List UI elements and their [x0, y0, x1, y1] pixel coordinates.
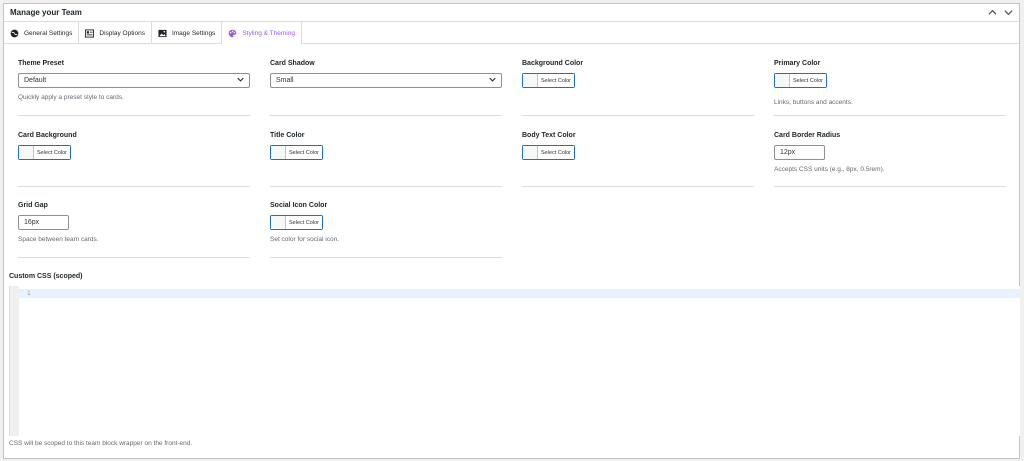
- body-text-color-button[interactable]: Select Color: [522, 145, 575, 160]
- color-swatch: [271, 216, 286, 229]
- line-number: 1: [27, 290, 31, 297]
- tab-label: Styling & Theming: [242, 29, 295, 37]
- button-label: Select Color: [286, 146, 322, 159]
- field-label: Body Text Color: [522, 132, 576, 139]
- custom-css-label: Custom CSS (scoped): [9, 273, 83, 280]
- button-label: Select Color: [538, 146, 574, 159]
- field-label: Social Icon Color: [270, 202, 328, 209]
- field-label: Primary Color: [774, 60, 821, 67]
- image-icon: [158, 29, 167, 38]
- theme-preset-field: Theme Preset Default Quickly apply a pre…: [18, 60, 250, 101]
- panel-controls: [988, 8, 1013, 17]
- divider: [270, 257, 502, 258]
- divider: [270, 115, 502, 116]
- field-description: Quickly apply a preset style to cards.: [18, 94, 124, 101]
- field-label: Card Shadow: [270, 60, 315, 67]
- field-label: Grid Gap: [18, 202, 48, 209]
- grid-gap-input[interactable]: 16px: [18, 215, 69, 230]
- chevron-down-icon: [489, 76, 496, 85]
- globe-icon: [10, 29, 19, 38]
- field-label: Title Color: [270, 132, 305, 139]
- divider: [18, 186, 250, 187]
- field-description: Set color for social icon.: [270, 236, 340, 243]
- tab-display-options[interactable]: Display Options: [79, 22, 152, 44]
- card-border-radius-input[interactable]: 12px: [774, 145, 825, 160]
- color-swatch: [523, 146, 538, 159]
- panel-title: Manage your Team: [10, 8, 82, 17]
- settings-tabs: General Settings Display Options Image S…: [4, 22, 1019, 44]
- field-description: Accepts CSS units (e.g., 8px, 0.5rem).: [774, 166, 885, 173]
- button-label: Select Color: [790, 74, 826, 87]
- field-label: Background Color: [522, 60, 584, 67]
- field-description: Links, buttons and accents.: [774, 99, 853, 106]
- divider: [522, 186, 754, 187]
- tab-label: Image Settings: [171, 29, 216, 37]
- divider: [774, 115, 1006, 116]
- field-label: Card Background: [18, 132, 77, 139]
- field-label: Theme Preset: [18, 60, 64, 67]
- social-icon-color-button[interactable]: Select Color: [270, 215, 323, 230]
- button-label: Select Color: [538, 74, 574, 87]
- tab-label: General Settings: [24, 29, 73, 37]
- field-description: Space between team cards.: [18, 236, 99, 243]
- divider: [522, 115, 754, 116]
- field-label: Card Border Radius: [774, 132, 841, 139]
- divider: [18, 257, 250, 258]
- divider: [18, 115, 250, 116]
- editor-active-line[interactable]: 1: [19, 289, 1020, 298]
- social-icon-color-field: Social Icon Color Select Color Set color…: [270, 202, 502, 243]
- custom-css-description: CSS will be scoped to this team block wr…: [9, 440, 193, 447]
- grid-gap-field: Grid Gap 16px Space between team cards.: [18, 202, 250, 243]
- primary-color-field: Primary Color Select Color Links, button…: [774, 60, 1006, 106]
- chevron-up-icon[interactable]: [988, 8, 997, 17]
- card-background-field: Card Background Select Color: [18, 132, 250, 160]
- palette-icon: [228, 29, 237, 38]
- layout-icon: [85, 28, 95, 38]
- tab-styling-theming[interactable]: Styling & Theming: [222, 22, 302, 44]
- tab-image-settings[interactable]: Image Settings: [152, 22, 223, 44]
- select-value: Default: [24, 77, 47, 84]
- theme-preset-select[interactable]: Default: [18, 73, 250, 88]
- card-background-button[interactable]: Select Color: [18, 145, 71, 160]
- card-shadow-field: Card Shadow Small: [270, 60, 502, 88]
- button-label: Select Color: [286, 216, 322, 229]
- chevron-down-icon[interactable]: [1004, 8, 1013, 17]
- title-color-field: Title Color Select Color: [270, 132, 502, 160]
- tab-general-settings[interactable]: General Settings: [4, 22, 80, 44]
- title-color-button[interactable]: Select Color: [270, 145, 323, 160]
- panel-header: Manage your Team: [4, 4, 1019, 22]
- manage-team-panel: Manage your Team General Settings Displa…: [3, 3, 1020, 459]
- body-text-color-field: Body Text Color Select Color: [522, 132, 754, 160]
- tab-label: Display Options: [99, 29, 145, 37]
- color-swatch: [775, 74, 790, 87]
- card-border-radius-field: Card Border Radius 12px Accepts CSS unit…: [774, 132, 1006, 173]
- background-color-field: Background Color Select Color: [522, 60, 754, 88]
- divider: [270, 186, 502, 187]
- primary-color-button[interactable]: Select Color: [774, 73, 827, 88]
- custom-css-editor[interactable]: 1: [9, 286, 1020, 436]
- divider: [774, 186, 1006, 187]
- button-label: Select Color: [34, 146, 70, 159]
- select-value: Small: [276, 77, 294, 84]
- color-swatch: [523, 74, 538, 87]
- color-swatch: [19, 146, 34, 159]
- chevron-down-icon: [237, 76, 244, 85]
- color-swatch: [271, 146, 286, 159]
- background-color-button[interactable]: Select Color: [522, 73, 575, 88]
- editor-gutter: [10, 286, 19, 436]
- card-shadow-select[interactable]: Small: [270, 73, 502, 88]
